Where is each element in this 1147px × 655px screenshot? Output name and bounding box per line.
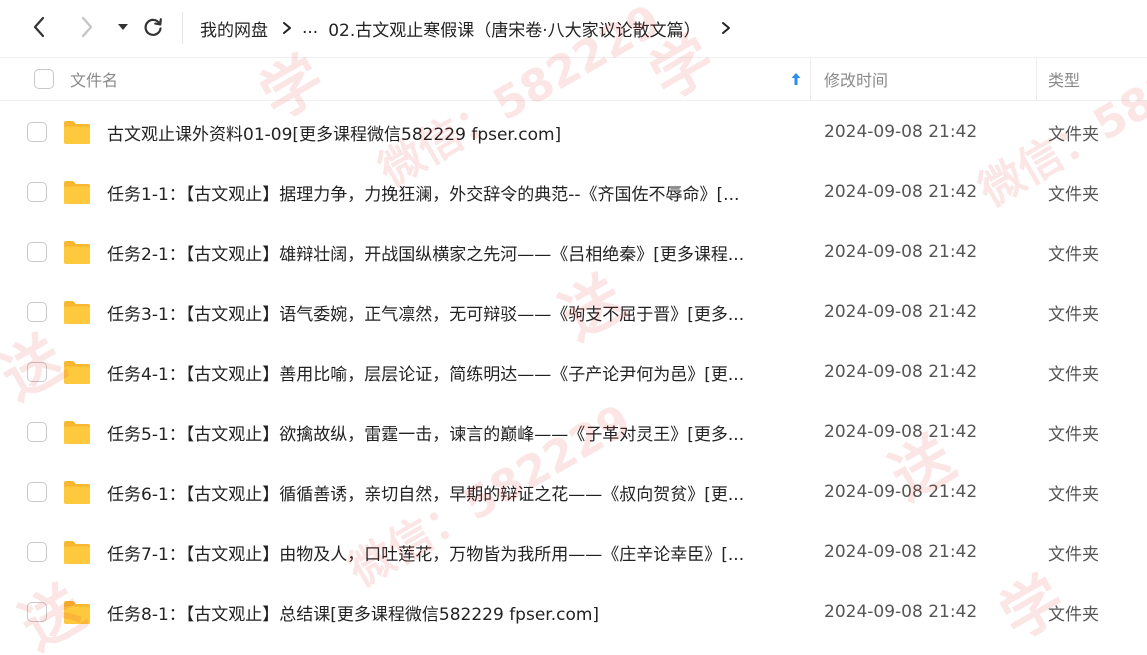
folder-icon [64, 121, 90, 144]
refresh-icon [144, 18, 162, 36]
navigation-bar: 我的网盘 ... 02.古文观止寒假课（唐宋卷·八大家议论散文篇） [0, 0, 1147, 56]
file-modified-time: 2024-09-08 21:42 [824, 422, 978, 442]
file-name[interactable]: 任务8-1：【古文观止】总结课[更多课程微信582229 fpser.com] [107, 582, 792, 642]
file-name[interactable]: 任务3-1：【古文观止】语气委婉，正气凛然，无可辩驳——《驹支不屈于晋》[更多.… [107, 282, 792, 342]
row-checkbox[interactable] [27, 422, 47, 442]
file-type: 文件夹 [1048, 424, 1099, 445]
folder-icon [64, 241, 90, 264]
caret-down-icon [118, 24, 128, 30]
file-modified-time: 2024-09-08 21:42 [824, 302, 978, 322]
refresh-button[interactable] [138, 12, 168, 42]
row-checkbox[interactable] [27, 122, 47, 142]
breadcrumb-ellipsis[interactable]: ... [302, 18, 318, 38]
folder-icon [64, 481, 90, 504]
breadcrumb-current[interactable]: 02.古文观止寒假课（唐宋卷·八大家议论散文篇） [328, 16, 700, 41]
column-header-modified[interactable]: 修改时间 [824, 58, 888, 100]
row-checkbox[interactable] [27, 182, 47, 202]
table-row[interactable]: 任务2-1：【古文观止】雄辩壮阔，开战国纵横家之先河——《吕相绝秦》[更多课程.… [0, 222, 1147, 282]
row-checkbox[interactable] [27, 602, 47, 622]
folder-icon [64, 361, 90, 384]
column-resizer[interactable] [810, 58, 811, 100]
table-row[interactable]: 任务7-1：【古文观止】由物及人，口吐莲花，万物皆为我所用——《庄辛论幸臣》[.… [0, 522, 1147, 582]
select-all-cell [34, 58, 54, 100]
file-name[interactable]: 任务4-1：【古文观止】善用比喻，层层论证，简练明达——《子产论尹何为邑》[更.… [107, 342, 792, 402]
breadcrumb-expand-icon[interactable] [721, 21, 731, 35]
nav-divider [182, 12, 183, 44]
row-checkbox[interactable] [27, 302, 47, 322]
column-header-name[interactable]: 文件名 [70, 58, 118, 100]
folder-icon [64, 601, 90, 624]
table-row[interactable]: 任务1-1：【古文观止】据理力争，力挽狂澜，外交辞令的典范--《齐国佐不辱命》[… [0, 162, 1147, 222]
table-row[interactable]: 古文观止课外资料01-09[更多课程微信582229 fpser.com] 20… [0, 102, 1147, 162]
file-type: 文件夹 [1048, 244, 1099, 265]
breadcrumb: 我的网盘 ... 02.古文观止寒假课（唐宋卷·八大家议论散文篇） [200, 0, 731, 56]
column-resizer[interactable] [1036, 58, 1037, 100]
folder-icon [64, 301, 90, 324]
row-checkbox[interactable] [27, 362, 47, 382]
breadcrumb-separator-icon [282, 21, 292, 35]
chevron-right-icon [81, 16, 93, 38]
file-modified-time: 2024-09-08 21:42 [824, 602, 978, 622]
table-row[interactable]: 任务4-1：【古文观止】善用比喻，层层论证，简练明达——《子产论尹何为邑》[更.… [0, 342, 1147, 402]
file-name[interactable]: 任务7-1：【古文观止】由物及人，口吐莲花，万物皆为我所用——《庄辛论幸臣》[.… [107, 522, 792, 582]
folder-icon [64, 541, 90, 564]
file-modified-time: 2024-09-08 21:42 [824, 122, 978, 142]
row-checkbox[interactable] [27, 542, 47, 562]
history-dropdown-button[interactable] [108, 12, 138, 42]
row-checkbox[interactable] [27, 482, 47, 502]
file-type: 文件夹 [1048, 484, 1099, 505]
column-header-type[interactable]: 类型 [1048, 58, 1080, 100]
file-name[interactable]: 任务6-1：【古文观止】循循善诱，亲切自然，早期的辩证之花——《叔向贺贫》[更.… [107, 462, 792, 522]
chevron-left-icon [33, 16, 45, 38]
file-name[interactable]: 古文观止课外资料01-09[更多课程微信582229 fpser.com] [107, 102, 792, 162]
file-type: 文件夹 [1048, 124, 1099, 145]
file-type: 文件夹 [1048, 604, 1099, 625]
row-checkbox[interactable] [27, 242, 47, 262]
file-modified-time: 2024-09-08 21:42 [824, 542, 978, 562]
file-name[interactable]: 任务2-1：【古文观止】雄辩壮阔，开战国纵横家之先河——《吕相绝秦》[更多课程.… [107, 222, 792, 282]
breadcrumb-root[interactable]: 我的网盘 [200, 16, 268, 41]
select-all-checkbox[interactable] [34, 69, 54, 89]
file-modified-time: 2024-09-08 21:42 [824, 482, 978, 502]
file-type: 文件夹 [1048, 544, 1099, 565]
table-row[interactable]: 任务6-1：【古文观止】循循善诱，亲切自然，早期的辩证之花——《叔向贺贫》[更.… [0, 462, 1147, 522]
file-list: 古文观止课外资料01-09[更多课程微信582229 fpser.com] 20… [0, 102, 1147, 642]
sort-ascending-arrow-icon[interactable] [790, 58, 802, 100]
file-list-header: 文件名 修改时间 类型 [0, 57, 1147, 101]
file-modified-time: 2024-09-08 21:42 [824, 182, 978, 202]
table-row[interactable]: 任务5-1：【古文观止】欲擒故纵，雷霆一击，谏言的巅峰——《子革对灵王》[更多.… [0, 402, 1147, 462]
back-button[interactable] [24, 12, 54, 42]
file-name[interactable]: 任务5-1：【古文观止】欲擒故纵，雷霆一击，谏言的巅峰——《子革对灵王》[更多.… [107, 402, 792, 462]
file-type: 文件夹 [1048, 184, 1099, 205]
table-row[interactable]: 任务3-1：【古文观止】语气委婉，正气凛然，无可辩驳——《驹支不屈于晋》[更多.… [0, 282, 1147, 342]
table-row[interactable]: 任务8-1：【古文观止】总结课[更多课程微信582229 fpser.com] … [0, 582, 1147, 642]
file-modified-time: 2024-09-08 21:42 [824, 242, 978, 262]
folder-icon [64, 421, 90, 444]
file-type: 文件夹 [1048, 364, 1099, 385]
file-name[interactable]: 任务1-1：【古文观止】据理力争，力挽狂澜，外交辞令的典范--《齐国佐不辱命》[… [107, 162, 792, 222]
file-type: 文件夹 [1048, 304, 1099, 325]
file-modified-time: 2024-09-08 21:42 [824, 362, 978, 382]
folder-icon [64, 181, 90, 204]
forward-button[interactable] [72, 12, 102, 42]
